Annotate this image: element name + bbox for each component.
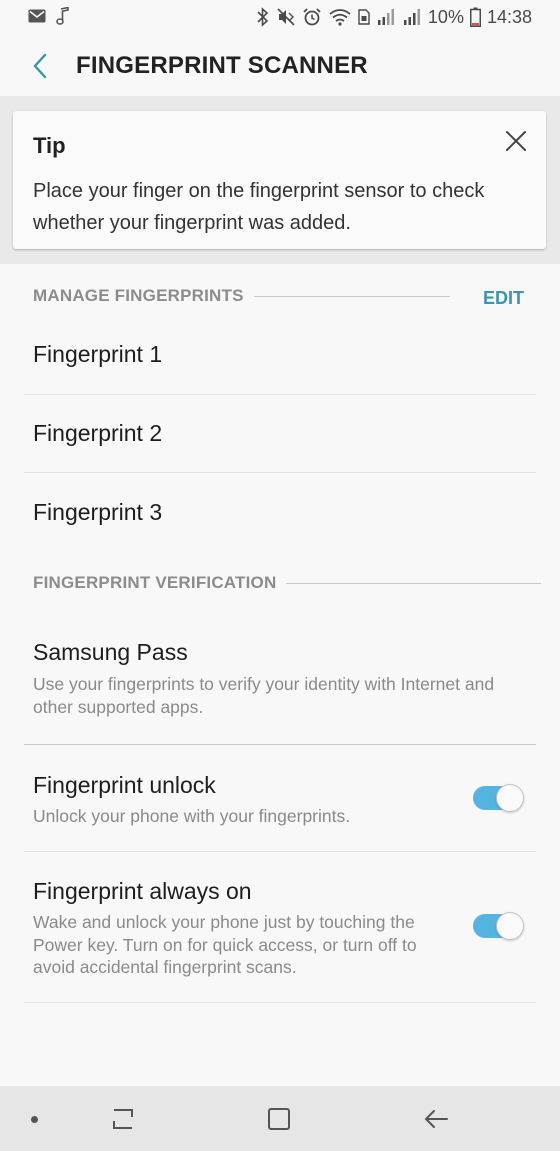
sim-icon: [358, 9, 370, 25]
battery-icon: [469, 7, 481, 27]
close-icon: [506, 131, 526, 151]
nav-dot-indicator: [31, 1116, 38, 1123]
fingerprint-unlock-toggle[interactable]: [473, 784, 524, 812]
fingerprint-item-3[interactable]: Fingerprint 3: [33, 499, 162, 526]
app-bar: FINGERPRINT SCANNER: [0, 36, 560, 96]
fingerprint-unlock-title: Fingerprint unlock: [33, 772, 216, 798]
divider: [24, 744, 536, 745]
divider: [24, 394, 536, 395]
divider: [24, 851, 536, 852]
recents-icon: [113, 1109, 133, 1129]
tip-text: Place your finger on the fingerprint sen…: [33, 180, 485, 234]
back-icon: [424, 1110, 448, 1128]
alarm-icon: [303, 8, 321, 26]
recents-button[interactable]: [106, 1102, 140, 1136]
divider: [24, 472, 536, 473]
samsung-pass-title: Samsung Pass: [33, 639, 188, 665]
section-divider: [286, 582, 542, 584]
mute-icon: [277, 8, 295, 26]
wifi-icon: [329, 9, 351, 26]
chevron-left-icon: [33, 53, 47, 79]
status-bar-left: [28, 7, 70, 25]
fingerprint-always-on-title: Fingerprint always on: [33, 878, 252, 904]
navigation-bar: [0, 1086, 560, 1151]
bluetooth-icon: [257, 7, 269, 27]
section-label: FINGERPRINT VERIFICATION: [33, 573, 277, 592]
status-bar: 10% 14:38: [0, 0, 560, 36]
fingerprint-item-2[interactable]: Fingerprint 2: [33, 420, 162, 447]
fingerprint-always-on-toggle[interactable]: [473, 912, 524, 940]
verification-header: FINGERPRINT VERIFICATION: [33, 573, 542, 593]
back-button[interactable]: [22, 48, 58, 84]
tip-area: Tip Place your finger on the fingerprint…: [0, 96, 560, 264]
fingerprint-item-1[interactable]: Fingerprint 1: [33, 341, 162, 368]
section-label: MANAGE FINGERPRINTS: [33, 286, 244, 305]
signal-icon: [403, 9, 420, 25]
samsung-pass-subtitle: Use your fingerprints to verify your ide…: [33, 674, 495, 717]
clock: 14:38: [486, 7, 532, 27]
page-title: FINGERPRINT SCANNER: [76, 52, 368, 79]
mail-icon: [28, 9, 46, 23]
music-note-icon: [56, 7, 69, 25]
tip-close-button[interactable]: [500, 125, 532, 157]
edit-button[interactable]: EDIT: [483, 288, 524, 309]
home-button[interactable]: [262, 1102, 296, 1136]
signal-icon: [377, 9, 394, 25]
toggle-thumb: [496, 784, 524, 812]
fingerprint-always-on-subtitle: Wake and unlock your phone just by touch…: [33, 912, 417, 977]
divider: [24, 1002, 536, 1003]
tip-title: Tip: [33, 133, 66, 158]
section-divider: [253, 295, 450, 297]
home-icon: [268, 1108, 290, 1130]
tip-card: Tip Place your finger on the fingerprint…: [13, 111, 546, 249]
manage-fingerprints-header: MANAGE FINGERPRINTS: [33, 286, 450, 306]
fingerprint-unlock-subtitle: Unlock your phone with your fingerprints…: [33, 806, 351, 826]
nav-back-button[interactable]: [419, 1102, 453, 1136]
battery-percent: 10%: [427, 7, 464, 27]
status-bar-right: 10% 14:38: [256, 6, 532, 28]
toggle-thumb: [496, 912, 524, 940]
